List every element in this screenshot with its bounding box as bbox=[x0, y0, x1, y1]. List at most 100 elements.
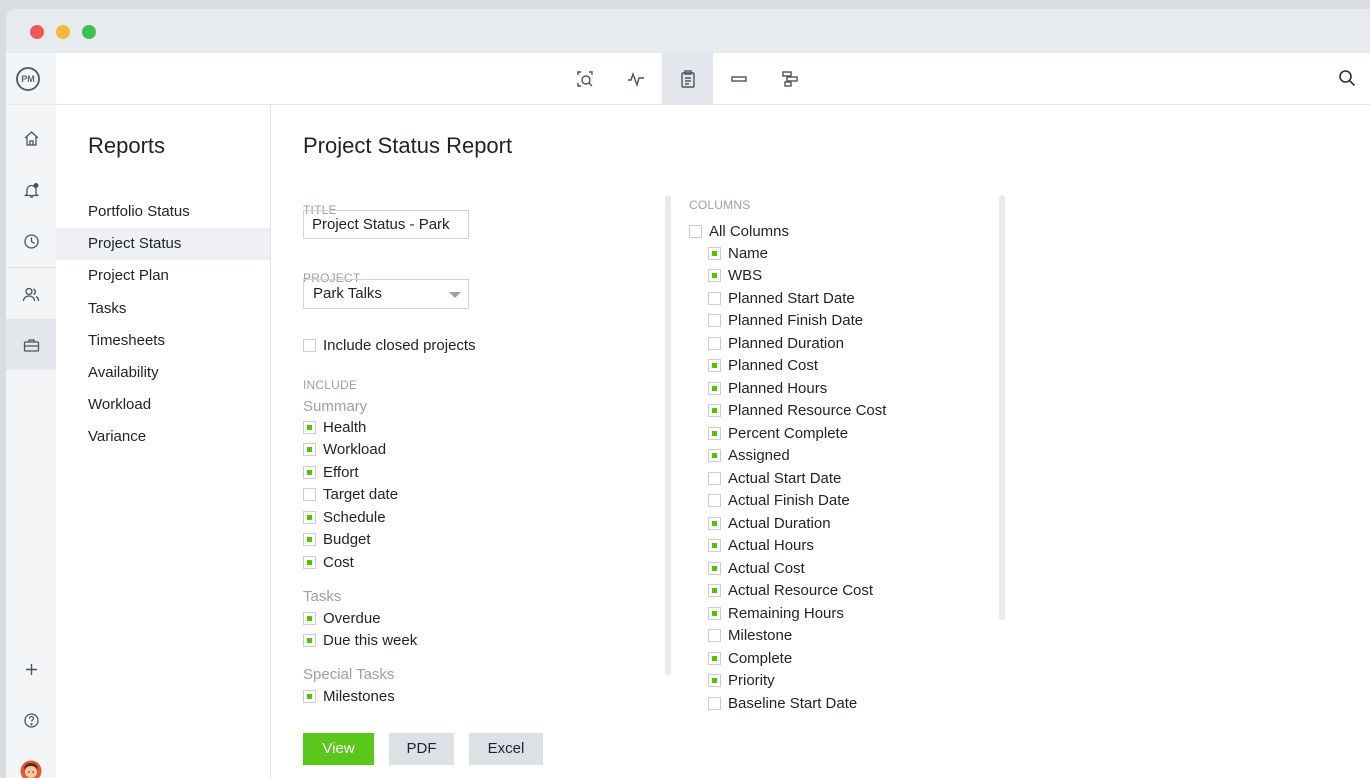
column-checkbox[interactable]: Planned Finish Date bbox=[708, 311, 863, 331]
columns-scrollbar[interactable] bbox=[999, 195, 1005, 620]
title-input[interactable]: Project Status - Park bbox=[303, 210, 469, 239]
sidebar-item[interactable]: Workload bbox=[56, 389, 270, 421]
checkbox-label: WBS bbox=[728, 267, 763, 284]
summary-checkbox[interactable]: Health bbox=[303, 417, 366, 437]
logo: PM bbox=[16, 67, 40, 91]
summary-checkbox[interactable]: Target date bbox=[303, 485, 398, 505]
view-button-reports[interactable] bbox=[662, 53, 713, 104]
columns-label: COLUMNS bbox=[689, 198, 751, 212]
view-button-gantt[interactable] bbox=[764, 53, 815, 104]
column-checkbox[interactable]: Milestone bbox=[708, 626, 792, 646]
summary-checkbox[interactable]: Effort bbox=[303, 462, 359, 482]
column-checkbox[interactable]: Planned Duration bbox=[708, 333, 844, 353]
summary-checkbox[interactable]: Schedule bbox=[303, 507, 386, 527]
checkbox-label: Actual Hours bbox=[728, 537, 814, 554]
report-settings: Project Status Report TITLE Project Stat… bbox=[271, 105, 1370, 778]
plus-icon bbox=[25, 663, 37, 675]
title-bar bbox=[6, 9, 1370, 53]
left-column-scrollbar[interactable] bbox=[665, 195, 671, 675]
rail-home[interactable] bbox=[6, 113, 56, 163]
checkbox-checked bbox=[303, 611, 316, 625]
sidebar-item[interactable]: Project Plan bbox=[56, 260, 270, 292]
checkbox-box bbox=[303, 338, 316, 352]
excel-button[interactable]: Excel bbox=[469, 733, 543, 765]
column-checkbox[interactable]: Planned Resource Cost bbox=[708, 401, 886, 421]
help-icon bbox=[23, 712, 39, 728]
rail-projects[interactable] bbox=[6, 320, 56, 370]
checkbox-checked bbox=[303, 510, 316, 524]
rail-team[interactable] bbox=[6, 269, 56, 319]
include-closed-checkbox[interactable]: Include closed projects bbox=[303, 335, 476, 355]
left-rail bbox=[6, 105, 56, 778]
tasks-checkbox[interactable]: Overdue bbox=[303, 608, 381, 628]
column-checkbox[interactable]: Baseline Start Date bbox=[708, 693, 857, 713]
column-checkbox[interactable]: Actual Resource Cost bbox=[708, 581, 873, 601]
close-window-button[interactable] bbox=[30, 25, 44, 39]
column-checkbox[interactable]: Planned Cost bbox=[708, 356, 818, 376]
checkbox-box bbox=[689, 224, 702, 238]
column-checkbox[interactable]: Actual Start Date bbox=[708, 468, 841, 488]
checkbox-checked bbox=[303, 420, 316, 434]
view-button[interactable]: View bbox=[303, 733, 374, 765]
rail-time[interactable] bbox=[6, 216, 56, 266]
checkbox-label: Budget bbox=[323, 531, 371, 548]
sidebar-item[interactable]: Project Status bbox=[56, 228, 270, 261]
view-button-search[interactable] bbox=[559, 53, 610, 104]
maximize-window-button[interactable] bbox=[82, 25, 96, 39]
rail-add[interactable] bbox=[6, 644, 56, 694]
column-checkbox[interactable]: Actual Hours bbox=[708, 536, 814, 556]
checkbox-label: Planned Start Date bbox=[728, 289, 855, 307]
minimize-window-button[interactable] bbox=[56, 25, 70, 39]
sidebar-item[interactable]: Tasks bbox=[56, 293, 270, 325]
summary-heading: Summary bbox=[303, 398, 368, 415]
column-checkbox[interactable]: Planned Start Date bbox=[708, 288, 855, 308]
include-label: INCLUDE bbox=[303, 378, 358, 392]
global-search-button[interactable] bbox=[1338, 69, 1356, 92]
checkbox-checked bbox=[708, 404, 721, 417]
sidebar-item[interactable]: Availability bbox=[56, 357, 270, 389]
pdf-button[interactable]: PDF bbox=[389, 733, 454, 765]
minus-bar-icon bbox=[730, 75, 747, 82]
activity-icon bbox=[627, 71, 644, 87]
view-button-activity[interactable] bbox=[610, 53, 661, 104]
column-checkbox[interactable]: Actual Cost bbox=[708, 558, 805, 578]
column-checkbox[interactable]: Name bbox=[708, 243, 768, 263]
column-checkbox[interactable]: Percent Complete bbox=[708, 423, 848, 443]
project-select[interactable]: Park Talks bbox=[303, 279, 469, 309]
column-checkbox[interactable]: Actual Duration bbox=[708, 513, 831, 533]
column-checkbox[interactable]: Assigned bbox=[708, 446, 790, 466]
column-checkbox[interactable]: WBS bbox=[708, 266, 762, 286]
tasks-checkbox[interactable]: Due this week bbox=[303, 631, 417, 651]
column-checkbox[interactable]: Actual Finish Date bbox=[708, 491, 850, 511]
page-title: Project Status Report bbox=[303, 133, 513, 158]
rail-notifications[interactable] bbox=[6, 165, 56, 215]
checkbox-label: Assigned bbox=[728, 447, 790, 464]
checkbox-label: Remaining Hours bbox=[728, 604, 844, 622]
sidebar-item[interactable]: Variance bbox=[56, 421, 270, 453]
avatar[interactable] bbox=[6, 746, 56, 778]
column-checkbox[interactable]: Priority bbox=[708, 671, 775, 691]
checkbox-checked bbox=[708, 561, 721, 575]
checkbox-checked bbox=[303, 634, 316, 647]
checkbox-checked bbox=[708, 539, 721, 552]
summary-checkbox[interactable]: Cost bbox=[303, 552, 354, 572]
all-columns-checkbox[interactable]: All Columns bbox=[689, 221, 789, 241]
rail-help[interactable] bbox=[6, 695, 56, 745]
column-checkbox[interactable]: Complete bbox=[708, 648, 792, 668]
sidebar-item[interactable]: Portfolio Status bbox=[56, 196, 270, 228]
column-checkbox[interactable]: Planned Hours bbox=[708, 378, 827, 398]
special-task-checkbox[interactable]: Milestones bbox=[303, 686, 395, 706]
checkbox-label: Due this week bbox=[323, 632, 418, 649]
checkbox-label: Health bbox=[323, 418, 367, 436]
checkbox-label: Planned Resource Cost bbox=[728, 402, 887, 419]
sidebar-item[interactable]: Timesheets bbox=[56, 325, 270, 357]
checkbox-checked bbox=[708, 426, 721, 440]
summary-checkbox[interactable]: Budget bbox=[303, 530, 371, 550]
checkbox-unchecked bbox=[708, 696, 721, 710]
column-checkbox[interactable]: Remaining Hours bbox=[708, 603, 844, 623]
checkbox-label: Baseline Start Date bbox=[728, 694, 858, 712]
checkbox-checked bbox=[303, 443, 316, 456]
summary-checkbox[interactable]: Workload bbox=[303, 440, 386, 460]
view-button-list[interactable] bbox=[713, 53, 764, 104]
checkbox-unchecked bbox=[708, 314, 721, 327]
